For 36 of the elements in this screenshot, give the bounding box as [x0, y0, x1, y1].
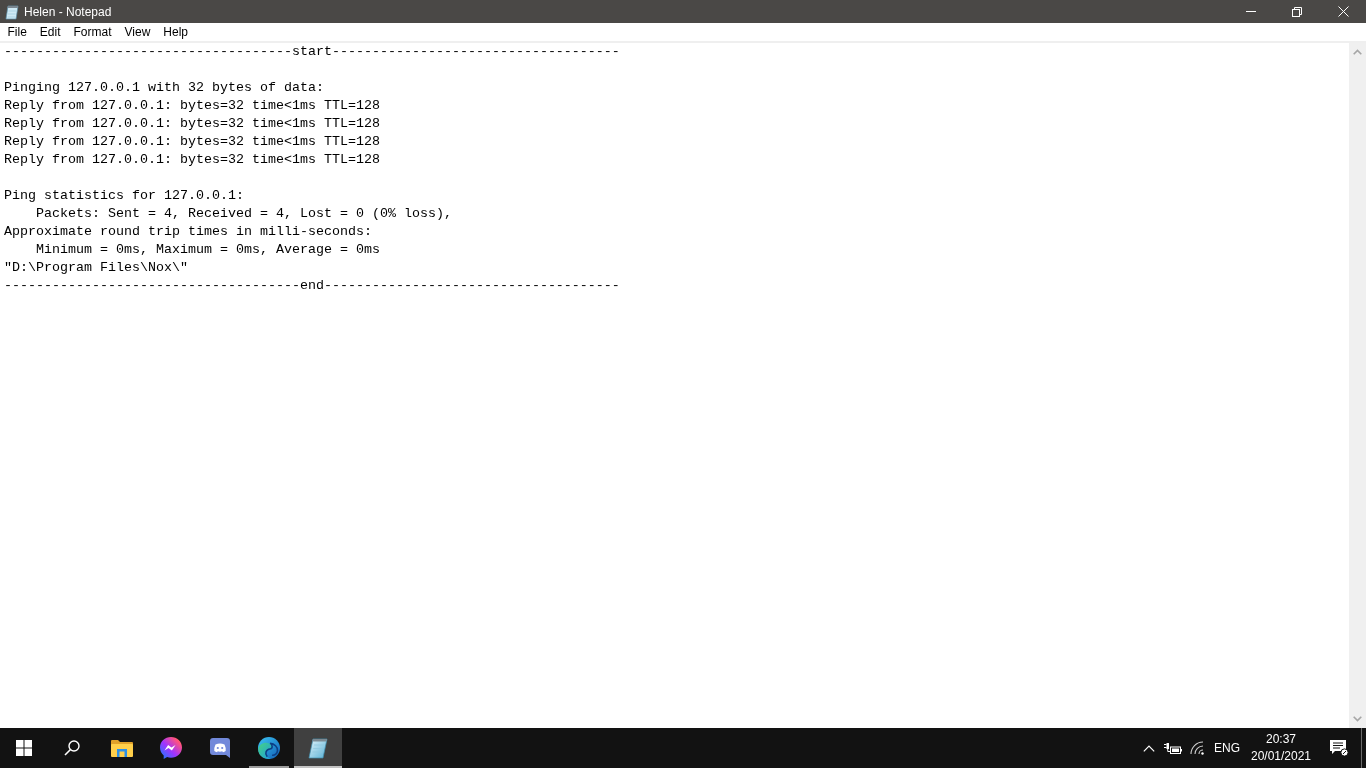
- menu-item[interactable]: Format: [67, 24, 119, 40]
- chevron-up-icon: [1143, 744, 1155, 752]
- notepad-icon: [306, 736, 330, 760]
- swirl-logo-icon: [257, 736, 281, 760]
- wifi-icon: [1190, 741, 1204, 755]
- menu-item[interactable]: View: [118, 24, 157, 40]
- menu-item[interactable]: Edit: [33, 24, 68, 40]
- battery-plug-icon: [1164, 742, 1182, 754]
- close-icon: [1337, 6, 1349, 17]
- language-button[interactable]: ENG: [1209, 728, 1245, 768]
- text-line: Reply from 127.0.0.1: bytes=32 time<1ms TTL=128: [4, 133, 380, 151]
- restore-icon: [1292, 6, 1302, 17]
- text-line: Packets: Sent = 4, Received = 4, Lost = 0 (0% loss),: [35, 205, 452, 223]
- text-line: Minimum = 0ms, Maximum = 0ms, Average = 0ms: [35, 241, 380, 259]
- text-line: Approximate round trip times in milli-seconds:: [4, 223, 372, 241]
- notepad-icon: [4, 3, 20, 20]
- text-line: ------------------------------------start------------------------------------: [4, 43, 620, 61]
- minimize-icon: [1246, 11, 1256, 12]
- windows-logo-icon: [16, 740, 32, 756]
- menu-item[interactable]: File: [1, 24, 34, 40]
- text-line: Reply from 127.0.0.1: bytes=32 time<1ms TTL=128: [4, 115, 380, 133]
- notification-icon: [1329, 739, 1349, 757]
- text-line: Reply from 127.0.0.1: bytes=32 time<1ms TTL=128: [4, 97, 380, 115]
- taskbar-button[interactable]: [294, 728, 342, 768]
- lightning-bubble-icon: [159, 736, 183, 760]
- search-icon: [64, 740, 80, 756]
- text-line: Pinging 127.0.0.1 with 32 bytes of data:: [4, 79, 324, 97]
- game-controller-icon: [209, 737, 231, 759]
- text-line: -------------------------------------end-------------------------------------: [4, 277, 620, 295]
- folder-icon: [111, 739, 133, 757]
- text-line: "D:\Program Files\Nox\": [4, 259, 188, 277]
- text-line: Ping statistics for 127.0.0.1:: [4, 187, 244, 205]
- clock-button[interactable]: 20:37 20/01/2021: [1245, 728, 1317, 768]
- menu-item[interactable]: Help: [156, 24, 195, 40]
- window-title: Helen - Notepad: [24, 4, 112, 19]
- text-line: Reply from 127.0.0.1: bytes=32 time<1ms TTL=128: [4, 151, 380, 169]
